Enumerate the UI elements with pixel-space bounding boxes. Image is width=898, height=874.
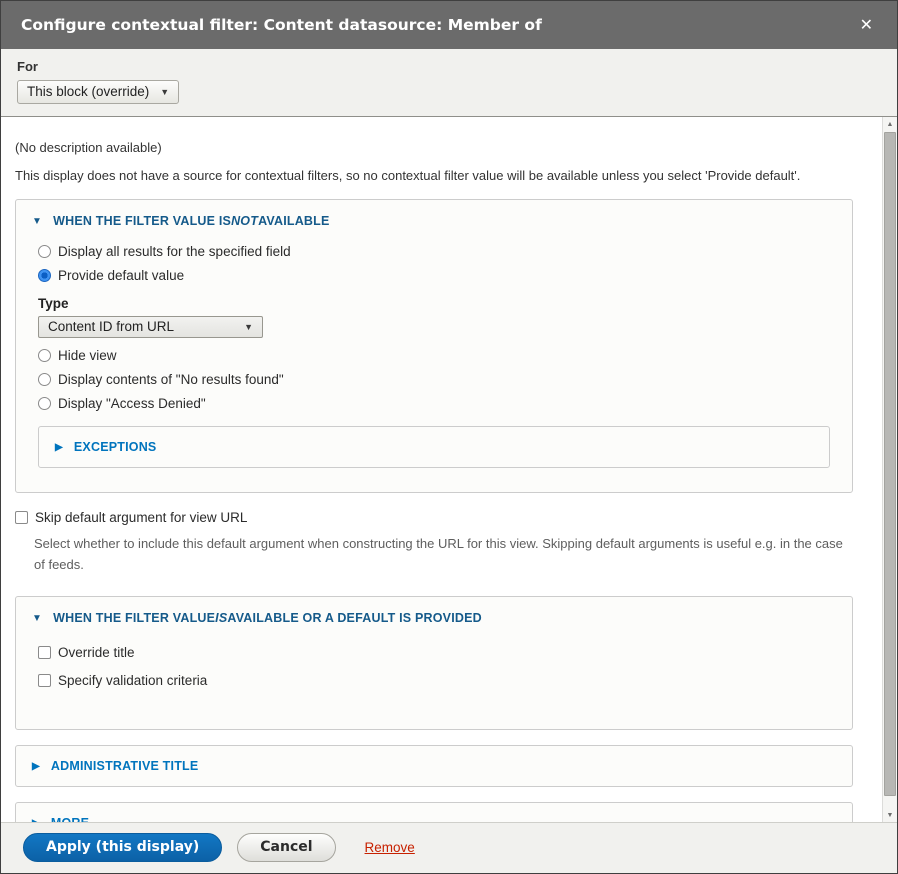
fieldset-not-available-summary[interactable]: ▼ WHEN THE FILTER VALUE IS NOT AVAILABLE xyxy=(16,200,852,236)
fieldset-more-summary[interactable]: ▶ MORE xyxy=(16,803,852,822)
display-note-text: This display does not have a source for … xyxy=(15,166,853,186)
type-select[interactable]: Content ID from URL ▼ xyxy=(38,316,263,338)
no-description-text: (No description available) xyxy=(15,138,853,158)
radio-selected-icon[interactable] xyxy=(38,269,51,282)
checkbox-override-title[interactable]: Override title xyxy=(38,645,830,660)
caret-right-icon: ▶ xyxy=(55,442,63,453)
fieldset-administrative-title-summary[interactable]: ▶ ADMINISTRATIVE TITLE xyxy=(16,746,852,786)
dialog-title: Configure contextual filter: Content dat… xyxy=(21,16,856,34)
dialog-body: (No description available) This display … xyxy=(1,117,897,822)
chevron-down-icon: ▼ xyxy=(244,322,253,332)
radio-label[interactable]: Hide view xyxy=(58,348,117,363)
remove-link[interactable]: Remove xyxy=(365,840,415,855)
checkbox-specify-validation[interactable]: Specify validation criteria xyxy=(38,673,830,688)
legend-text: AVAILABLE xyxy=(258,214,329,228)
skip-default-description: Select whether to include this default a… xyxy=(34,533,853,575)
radio-icon[interactable] xyxy=(38,397,51,410)
scrollbar-track[interactable] xyxy=(883,131,897,808)
type-select-value: Content ID from URL xyxy=(48,319,174,334)
checkbox-icon[interactable] xyxy=(38,646,51,659)
caret-down-icon: ▼ xyxy=(32,216,42,227)
scroll-up-icon[interactable]: ▲ xyxy=(883,117,897,131)
apply-button[interactable]: Apply (this display) xyxy=(23,833,222,862)
legend-text: WHEN THE FILTER VALUE IS xyxy=(53,214,231,228)
for-select-value: This block (override) xyxy=(27,84,149,99)
radio-hide-view[interactable]: Hide view xyxy=(38,348,830,363)
radio-icon[interactable] xyxy=(38,349,51,362)
checkbox-icon[interactable] xyxy=(15,511,28,524)
fieldset-filter-available: ▼ WHEN THE FILTER VALUE IS AVAILABLE OR … xyxy=(15,596,853,730)
radio-display-all-results[interactable]: Display all results for the specified fi… xyxy=(38,244,830,259)
dialog-footer: Apply (this display) Cancel Remove xyxy=(1,822,897,873)
type-label: Type xyxy=(38,296,830,311)
caret-right-icon: ▶ xyxy=(32,818,40,822)
checkbox-label[interactable]: Override title xyxy=(58,645,135,660)
dialog-header: Configure contextual filter: Content dat… xyxy=(1,1,897,49)
radio-label[interactable]: Display contents of "No results found" xyxy=(58,372,284,387)
caret-down-icon: ▼ xyxy=(32,613,42,624)
checkbox-icon[interactable] xyxy=(38,674,51,687)
chevron-down-icon: ▼ xyxy=(160,87,169,97)
contextual-filter-dialog: Configure contextual filter: Content dat… xyxy=(0,0,898,874)
fieldset-exceptions: ▶ EXCEPTIONS xyxy=(38,426,830,468)
legend-text: EXCEPTIONS xyxy=(74,440,157,454)
caret-right-icon: ▶ xyxy=(32,761,40,772)
vertical-scrollbar[interactable]: ▲ ▼ xyxy=(882,117,897,822)
scroll-down-icon[interactable]: ▼ xyxy=(883,808,897,822)
fieldset-more: ▶ MORE xyxy=(15,802,853,822)
legend-text: WHEN THE FILTER VALUE xyxy=(53,611,215,625)
legend-emphasis: IS xyxy=(215,611,227,625)
radio-display-no-results[interactable]: Display contents of "No results found" xyxy=(38,372,830,387)
close-icon[interactable]: ✕ xyxy=(856,15,877,35)
radio-label[interactable]: Display "Access Denied" xyxy=(58,396,206,411)
fieldset-filter-not-available: ▼ WHEN THE FILTER VALUE IS NOT AVAILABLE… xyxy=(15,199,853,493)
for-section: For This block (override) ▼ xyxy=(1,49,897,117)
for-select[interactable]: This block (override) ▼ xyxy=(17,80,179,104)
radio-icon[interactable] xyxy=(38,373,51,386)
radio-display-access-denied[interactable]: Display "Access Denied" xyxy=(38,396,830,411)
fieldset-administrative-title: ▶ ADMINISTRATIVE TITLE xyxy=(15,745,853,787)
scrollbar-thumb[interactable] xyxy=(884,132,896,796)
radio-label[interactable]: Display all results for the specified fi… xyxy=(58,244,291,259)
radio-label[interactable]: Provide default value xyxy=(58,268,184,283)
fieldset-exceptions-summary[interactable]: ▶ EXCEPTIONS xyxy=(39,427,829,467)
checkbox-skip-default-argument[interactable]: Skip default argument for view URL xyxy=(15,510,853,525)
fieldset-available-summary[interactable]: ▼ WHEN THE FILTER VALUE IS AVAILABLE OR … xyxy=(16,597,852,633)
legend-text: ADMINISTRATIVE TITLE xyxy=(51,759,199,773)
radio-icon[interactable] xyxy=(38,245,51,258)
legend-emphasis: NOT xyxy=(231,214,258,228)
legend-text: AVAILABLE OR A DEFAULT IS PROVIDED xyxy=(227,611,482,625)
legend-text: MORE xyxy=(51,816,89,822)
checkbox-label[interactable]: Skip default argument for view URL xyxy=(35,510,247,525)
checkbox-label[interactable]: Specify validation criteria xyxy=(58,673,207,688)
for-label: For xyxy=(17,59,881,74)
radio-provide-default-value[interactable]: Provide default value xyxy=(38,268,830,283)
cancel-button[interactable]: Cancel xyxy=(237,833,335,862)
